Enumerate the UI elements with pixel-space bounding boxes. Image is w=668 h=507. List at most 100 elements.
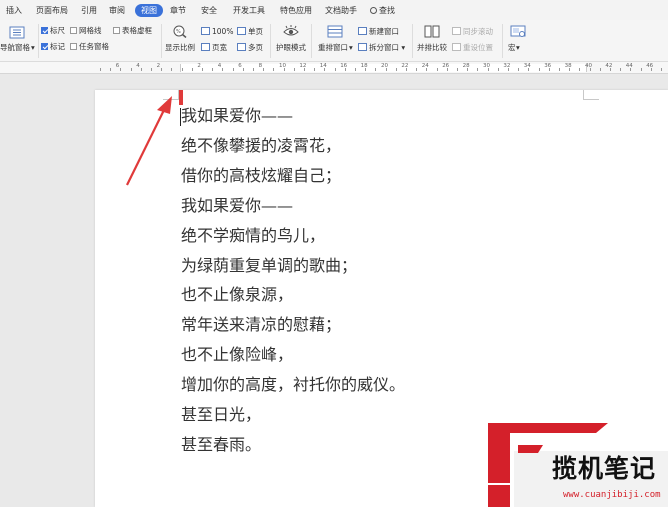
ruler-number: 2 [156,63,161,69]
nav-pane-button[interactable]: 导航窗格 [0,43,30,53]
eye-icon[interactable] [283,25,299,38]
zoom-icon[interactable]: % [172,25,188,38]
ruler-number: 38 [564,63,572,69]
ruler-tick [355,68,356,71]
zoom-100-button[interactable]: 100% [201,26,233,37]
sync-scroll-icon [452,27,461,35]
ruler-tick [110,68,112,71]
ruler-label: 标尺 [50,26,65,35]
macro-button[interactable]: 宏 [508,43,516,53]
chevron-down-icon[interactable]: ▾ [31,43,35,53]
document-line[interactable]: 常年送来清凉的慰藉； [181,315,341,335]
table-borders-checkbox[interactable]: 表格虚框 [113,26,152,36]
ruler-number: 36 [544,63,552,69]
zoom-100-label: 100% [212,27,234,36]
document-line[interactable]: 绝不学痴情的鸟儿， [181,226,325,246]
watermark-url: www.cuanjibiji.com [563,490,661,500]
document-line[interactable]: 绝不像攀援的凌霄花， [181,136,341,156]
tab-review[interactable]: 审阅 [109,5,125,16]
tab-search[interactable]: 查找 [370,5,395,16]
chevron-down-icon[interactable]: ▾ [516,43,520,53]
ruler-tick [222,68,224,71]
chevron-down-icon[interactable]: ▾ [349,43,353,53]
document-line[interactable]: 借你的高枝炫耀自己； [181,166,341,186]
split-window-button[interactable]: 拆分窗口 ▾ [358,42,405,53]
search-icon [370,7,377,14]
ruler-tick [151,68,152,71]
reset-position-label: 重设位置 [463,43,493,52]
divider [311,24,312,58]
margin-corner-left [163,90,179,100]
tab-chapter[interactable]: 章节 [170,5,186,16]
checkbox-icon [70,27,77,34]
ruler-number: 24 [421,63,429,69]
ruler-tick [130,68,132,71]
zoom-button[interactable]: 显示比例 [165,43,195,53]
checkbox-icon [70,43,77,50]
ruler-checkbox[interactable]: 标尺 [41,26,65,36]
tab-insert[interactable]: 插入 [6,5,22,16]
ruler-tick [191,68,193,71]
page-width-icon [201,43,210,51]
arrange-window-icon[interactable] [327,25,343,38]
reset-position-button[interactable]: 重设位置 [452,42,493,53]
nav-pane-icon[interactable] [9,26,25,39]
task-pane-label: 任务窗格 [79,42,109,51]
ruler-tick [436,68,438,71]
document-line[interactable]: 增加你的高度，衬托你的威仪。 [181,375,405,395]
ruler-number: 32 [503,63,511,69]
tab-special-apps[interactable]: 特色应用 [280,5,312,16]
tab-page-layout[interactable]: 页面布局 [36,5,68,16]
arrange-window-button[interactable]: 重排窗口 [318,43,348,53]
ruler-tick [518,68,520,71]
side-by-side-icon[interactable] [424,25,440,38]
tab-developer-tools[interactable]: 开发工具 [233,5,265,16]
document-line[interactable]: 我如果爱你—— [181,196,293,216]
tab-doc-assistant[interactable]: 文档助手 [325,5,357,16]
single-page-button[interactable]: 单页 [237,26,263,37]
document-line[interactable]: 也不止像险峰， [181,345,293,365]
ruler-tick [559,68,560,71]
split-window-label: 拆分窗口 [369,43,399,52]
multi-page-button[interactable]: 多页 [237,42,263,53]
tab-security[interactable]: 安全 [201,5,217,16]
ruler-tick [497,68,499,71]
document-line[interactable]: 甚至春雨。 [181,435,261,455]
ruler-tick [426,68,428,71]
ruler-tick [650,68,652,71]
document-line[interactable]: 也不止像泉源， [181,285,293,305]
document-line[interactable]: 甚至日光， [181,405,261,425]
marks-checkbox[interactable]: 标记 [41,42,65,52]
macro-icon[interactable] [510,25,526,38]
eye-mode-button[interactable]: 护眼模式 [276,43,306,53]
ruler-tick [171,68,173,71]
new-window-button[interactable]: 新建窗口 [358,26,399,37]
tab-view[interactable]: 视图 [135,4,163,17]
ruler-tick [467,68,469,71]
ruler-number: 6 [238,63,242,69]
page-width-label: 页宽 [212,43,227,52]
ruler-number: 30 [483,63,490,69]
side-by-side-button[interactable]: 并排比较 [417,43,447,53]
document-line[interactable]: 为绿荫重复单调的歌曲； [181,256,357,276]
ruler-number: 6 [115,63,120,69]
ruler-tick [569,68,571,71]
sync-scroll-label: 同步滚动 [463,27,493,36]
ruler-tick [406,68,407,71]
horizontal-ruler[interactable]: 6 4 2 2 4 6 8 10 12 14 16 18 20 22 24 26 28 30 32 34 36 38 40 4… [0,62,668,74]
ruler-tick [365,68,367,71]
sync-scroll-button[interactable]: 同步滚动 [452,26,493,37]
ruler-tick [640,68,642,71]
ruler-tick [314,68,316,71]
ruler-tick [181,68,183,71]
document-line[interactable]: 我如果爱你—— [181,106,293,126]
watermark-text: 揽机笔记 [552,454,657,483]
page-width-button[interactable]: 页宽 [201,42,227,53]
zoom-100-icon [201,27,210,35]
ruler-number: 22 [401,63,409,69]
ruler-tick [599,68,601,71]
ruler-tick [293,68,295,71]
task-pane-checkbox[interactable]: 任务窗格 [70,42,109,52]
gridlines-checkbox[interactable]: 网格线 [70,26,102,36]
tab-references[interactable]: 引用 [81,5,97,16]
